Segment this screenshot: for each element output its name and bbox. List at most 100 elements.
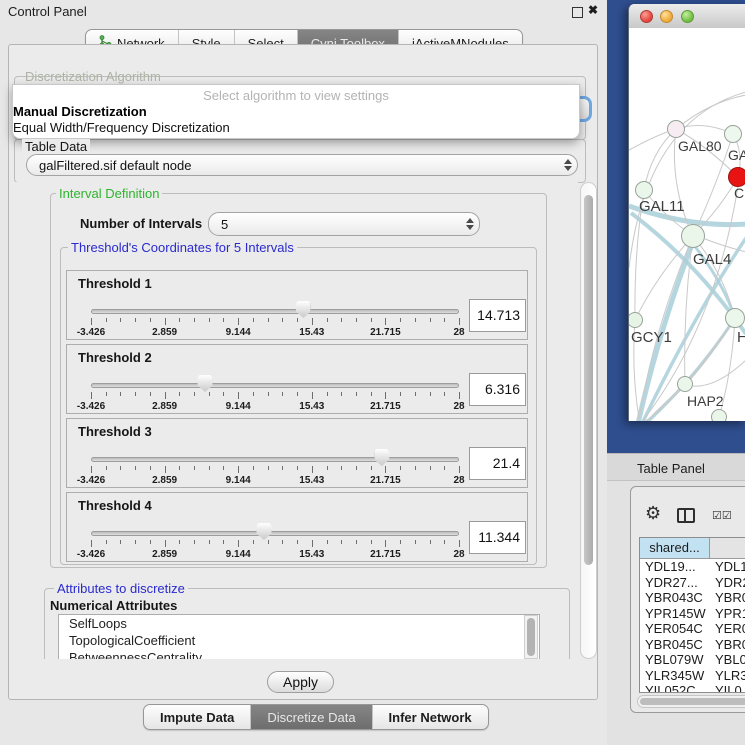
table-horizontal-scrollbar[interactable] bbox=[637, 695, 745, 708]
tick-mark bbox=[238, 466, 239, 473]
tick-label: -3.426 bbox=[77, 327, 105, 338]
column-header-2[interactable]: na bbox=[710, 538, 745, 559]
tick-mark bbox=[253, 540, 254, 544]
table-cell: YDL19... bbox=[640, 559, 710, 575]
tick-mark bbox=[430, 392, 431, 396]
settings-scrollbar[interactable] bbox=[580, 182, 597, 659]
select-columns-icon[interactable]: ☑☑ bbox=[712, 509, 732, 522]
tick-mark bbox=[268, 466, 269, 470]
node-attribute-table[interactable]: shared...na YDL19...YDL1YDR27...YDR2YBR0… bbox=[639, 537, 745, 693]
slider-track[interactable] bbox=[91, 457, 459, 462]
attributes-list-scrollbar[interactable] bbox=[524, 615, 538, 659]
network-node-ga[interactable] bbox=[724, 125, 742, 143]
threshold-slider-1[interactable]: -3.4262.8599.14415.4321.71528 bbox=[91, 307, 459, 337]
slider-thumb[interactable] bbox=[256, 523, 271, 540]
table-row[interactable]: YER054CYER0 bbox=[640, 621, 745, 637]
threshold-value-field[interactable]: 6.316 bbox=[469, 373, 526, 406]
threshold-value-field[interactable]: 11.344 bbox=[469, 521, 526, 554]
table-cell: YDR27... bbox=[640, 575, 710, 591]
threshold-slider-3[interactable]: -3.4262.8599.14415.4321.71528 bbox=[91, 455, 459, 485]
tab-discretize-data[interactable]: Discretize Data bbox=[250, 705, 371, 729]
threshold-slider-4[interactable]: -3.4262.8599.14415.4321.71528 bbox=[91, 529, 459, 559]
tick-mark bbox=[194, 466, 195, 470]
slider-thumb[interactable] bbox=[296, 301, 311, 318]
attribute-list-item[interactable]: TopologicalCoefficient bbox=[59, 632, 539, 649]
table-row[interactable]: YDL19...YDL1 bbox=[640, 559, 745, 575]
dropdown-placeholder-option[interactable]: Select algorithm to view settings bbox=[13, 88, 579, 103]
tick-label: 2.859 bbox=[152, 401, 177, 412]
table-data-group-title: Table Data bbox=[22, 139, 90, 154]
tick-mark bbox=[91, 392, 92, 399]
scrollbar-thumb[interactable] bbox=[584, 195, 593, 565]
network-node-gal4[interactable] bbox=[681, 224, 705, 248]
tick-mark bbox=[341, 466, 342, 470]
tick-mark bbox=[312, 466, 313, 473]
tick-mark bbox=[91, 466, 92, 473]
slider-track[interactable] bbox=[91, 531, 459, 536]
threshold-panel-1: Threshold 1-3.4262.8599.14415.4321.71528… bbox=[66, 270, 528, 340]
slider-tick-labels: -3.4262.8599.14415.4321.71528 bbox=[91, 475, 459, 487]
threshold-value-field[interactable]: 21.4 bbox=[469, 447, 526, 480]
slider-thumb[interactable] bbox=[198, 375, 213, 392]
table-panel-window: ⚙ ☑☑ shared...na YDL19...YDL1YDR27...YDR… bbox=[630, 486, 745, 713]
apply-button[interactable]: Apply bbox=[267, 671, 334, 693]
close-window-icon[interactable] bbox=[640, 10, 653, 23]
tick-label: 15.43 bbox=[299, 549, 324, 560]
table-cell: YDR2 bbox=[710, 575, 745, 591]
table-cell: YIL0 bbox=[710, 683, 745, 693]
tab-infer-network[interactable]: Infer Network bbox=[372, 705, 488, 729]
tick-mark bbox=[238, 318, 239, 325]
tick-mark bbox=[282, 540, 283, 544]
scrollbar-thumb[interactable] bbox=[640, 698, 745, 705]
minimize-window-icon[interactable] bbox=[660, 10, 673, 23]
network-node-gal11[interactable] bbox=[635, 181, 653, 199]
tick-mark bbox=[150, 318, 151, 322]
dropdown-option[interactable]: Manual Discretization bbox=[13, 104, 573, 120]
tab-impute-data[interactable]: Impute Data bbox=[144, 705, 250, 729]
network-node-gal80[interactable] bbox=[667, 120, 685, 138]
attribute-list-item[interactable]: BetweennessCentrality bbox=[59, 649, 539, 659]
table-row[interactable]: YBL079WYBL0 bbox=[640, 652, 745, 668]
network-node-h[interactable] bbox=[725, 308, 745, 328]
number-of-intervals-combobox[interactable]: 5 bbox=[208, 212, 480, 236]
slider-track[interactable] bbox=[91, 309, 459, 314]
network-window-titlebar[interactable] bbox=[629, 4, 745, 29]
dropdown-option[interactable]: Equal Width/Frequency Discretization bbox=[13, 120, 573, 136]
table-row[interactable]: YBR043CYBR0 bbox=[640, 590, 745, 606]
tick-mark bbox=[371, 466, 372, 470]
scrollbar-thumb[interactable] bbox=[527, 618, 535, 656]
zoom-window-icon[interactable] bbox=[681, 10, 694, 23]
network-node[interactable] bbox=[711, 409, 727, 421]
network-canvas[interactable]: GAL80GACGAL11GAL4GCY1HHAP2 bbox=[629, 28, 745, 421]
slider-thumb[interactable] bbox=[374, 449, 389, 466]
split-columns-icon[interactable] bbox=[677, 508, 695, 523]
table-data-combobox[interactable]: galFiltered.sif default node bbox=[26, 154, 578, 176]
threshold-value-field[interactable]: 14.713 bbox=[469, 299, 526, 332]
tick-mark bbox=[194, 540, 195, 544]
float-window-icon[interactable] bbox=[572, 7, 583, 18]
network-node-c[interactable] bbox=[728, 167, 745, 187]
network-node-hap2[interactable] bbox=[677, 376, 693, 392]
gear-icon[interactable]: ⚙ bbox=[645, 503, 661, 524]
threshold-label: Threshold 4 bbox=[78, 498, 152, 513]
tick-mark bbox=[194, 318, 195, 322]
tick-label: 9.144 bbox=[226, 475, 251, 486]
table-row[interactable]: YLR345WYLR3 bbox=[640, 668, 745, 684]
tick-mark bbox=[106, 540, 107, 544]
attribute-list-item[interactable]: SelfLoops bbox=[59, 615, 539, 632]
threshold-slider-2[interactable]: -3.4262.8599.14415.4321.71528 bbox=[91, 381, 459, 411]
table-row[interactable]: YBR045CYBR0 bbox=[640, 637, 745, 653]
table-row[interactable]: YIL052CYIL0 bbox=[640, 683, 745, 693]
table-row[interactable]: YDR27...YDR2 bbox=[640, 575, 745, 591]
column-header-1[interactable]: shared... bbox=[640, 538, 710, 559]
tick-mark bbox=[194, 392, 195, 396]
tick-mark bbox=[327, 318, 328, 322]
numerical-attributes-list[interactable]: SelfLoopsTopologicalCoefficientBetweenne… bbox=[58, 614, 540, 659]
close-icon[interactable]: ✖ bbox=[588, 3, 598, 17]
table-row[interactable]: YPR145WYPR1 bbox=[640, 606, 745, 622]
network-node-label: GAL11 bbox=[639, 198, 685, 215]
number-of-intervals-label: Number of Intervals bbox=[80, 216, 202, 231]
table-panel-title: Table Panel bbox=[637, 461, 705, 476]
tick-mark bbox=[415, 466, 416, 470]
slider-track[interactable] bbox=[91, 383, 459, 388]
